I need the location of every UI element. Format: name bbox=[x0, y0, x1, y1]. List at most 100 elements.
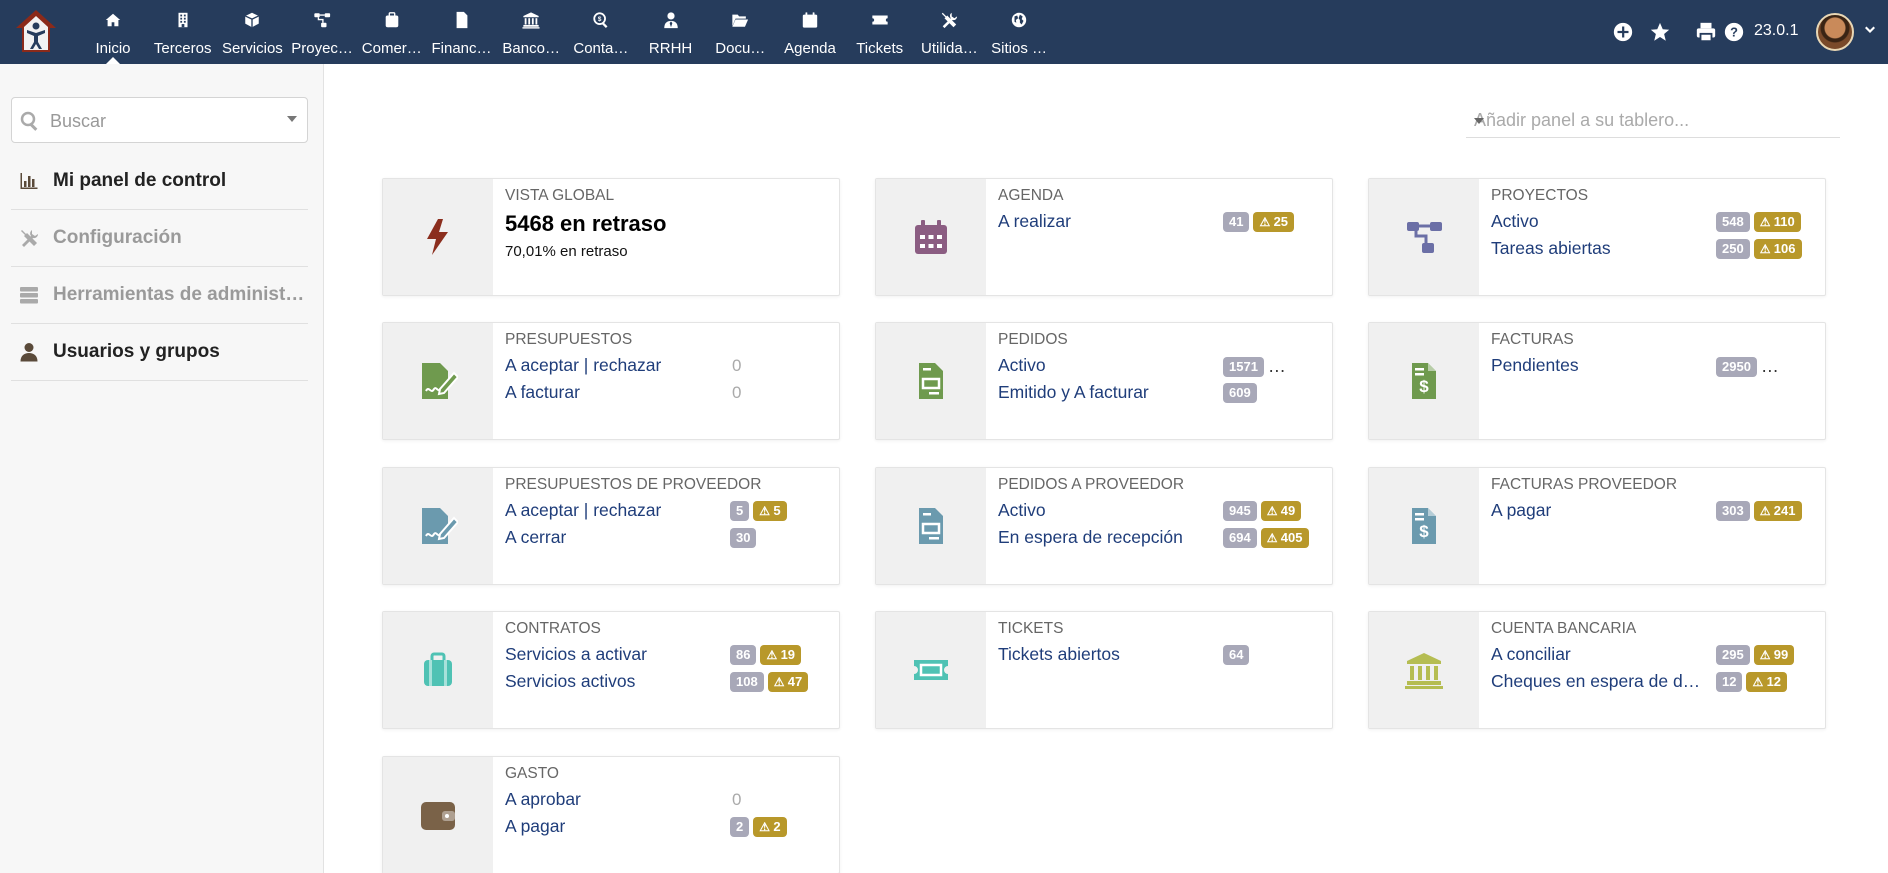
card-row[interactable]: A realizar 41 25 bbox=[998, 211, 1328, 237]
print-icon[interactable] bbox=[1694, 20, 1718, 44]
late-badge[interactable]: 47 bbox=[767, 672, 809, 692]
row-link[interactable]: A aprobar bbox=[505, 789, 581, 810]
bookmark-star-icon[interactable] bbox=[1648, 20, 1672, 44]
sidebar-item-1[interactable]: Configuración bbox=[11, 210, 308, 267]
count-badge[interactable]: 548 bbox=[1716, 212, 1750, 232]
help-icon[interactable]: ? bbox=[1722, 20, 1746, 44]
card-row[interactable]: A conciliar 295 99 bbox=[1491, 644, 1821, 670]
search-dropdown-caret-icon[interactable] bbox=[287, 116, 297, 122]
count-badge[interactable]: 2 bbox=[730, 817, 750, 837]
row-link[interactable]: A aceptar | rechazar bbox=[505, 355, 661, 376]
card-proyectos[interactable]: PROYECTOS Activo 548 110 Tareas abiertas 250 1… bbox=[1368, 178, 1826, 296]
count-badge[interactable]: 1571 bbox=[1223, 356, 1264, 377]
row-link[interactable]: A conciliar bbox=[1491, 644, 1571, 665]
late-badge[interactable]: 241 bbox=[1753, 501, 1802, 521]
row-link[interactable]: A aceptar | rechazar bbox=[505, 500, 661, 521]
row-link[interactable]: En espera de recepción bbox=[998, 527, 1183, 548]
late-badge[interactable]: 25 bbox=[1253, 212, 1295, 232]
row-link[interactable]: Activo bbox=[1491, 211, 1539, 232]
card-pedidos-a-proveedor[interactable]: PEDIDOS A PROVEEDOR Activo 945 49 En espera … bbox=[875, 467, 1333, 585]
sidebar-item-2[interactable]: Herramientas de administ… bbox=[11, 267, 308, 324]
row-link[interactable]: Servicios activos bbox=[505, 671, 635, 692]
card-facturas-proveedor[interactable]: $ FACTURAS PROVEEDOR A pagar 303 241 bbox=[1368, 467, 1826, 585]
card-agenda[interactable]: AGENDA A realizar 41 25 bbox=[875, 178, 1333, 296]
sidebar-item-0[interactable]: Mi panel de control bbox=[11, 153, 308, 210]
count-badge[interactable]: 2950 bbox=[1716, 356, 1757, 377]
chevron-down-icon[interactable] bbox=[1862, 22, 1878, 38]
count-badge[interactable]: 30 bbox=[730, 528, 757, 548]
search-input[interactable] bbox=[50, 108, 270, 134]
count-badge[interactable]: 694 bbox=[1223, 528, 1257, 548]
user-avatar[interactable] bbox=[1816, 13, 1854, 51]
card-row[interactable]: Activo 945 49 bbox=[998, 500, 1328, 526]
late-badge[interactable]: 110 bbox=[1753, 212, 1801, 232]
card-gasto[interactable]: GASTOA aprobar0A pagar22 bbox=[382, 756, 840, 873]
late-badge[interactable]: 19 bbox=[760, 645, 802, 665]
count-badge[interactable]: 108 bbox=[730, 672, 764, 692]
count-badge[interactable]: 41 bbox=[1223, 212, 1250, 232]
row-link[interactable]: A realizar bbox=[998, 211, 1071, 232]
count-badge[interactable]: 64 bbox=[1223, 645, 1250, 665]
sidebar-item-3[interactable]: Usuarios y grupos bbox=[11, 324, 308, 381]
card-row[interactable]: Cheques en espera de d… 12 12 bbox=[1491, 671, 1821, 697]
card-row[interactable]: Activo 1571… bbox=[998, 355, 1328, 381]
count-badge[interactable]: 86 bbox=[730, 645, 757, 665]
nav-item-globe[interactable]: Sitios … bbox=[976, 0, 1062, 64]
card-row[interactable]: Activo 548 110 bbox=[1491, 211, 1821, 237]
card-contratos[interactable]: CONTRATOSServicios a activar8619Servicio… bbox=[382, 611, 840, 729]
card-row[interactable]: Tickets abiertos 64 bbox=[998, 644, 1328, 670]
card-row[interactable]: A pagar 303 241 bbox=[1491, 500, 1821, 526]
late-badge[interactable]: 5 bbox=[753, 501, 787, 521]
count-badge[interactable]: 609 bbox=[1223, 383, 1257, 403]
card-row[interactable]: A cerrar 30 bbox=[505, 527, 835, 553]
late-badge[interactable]: 2 bbox=[753, 817, 787, 837]
row-link[interactable]: Pendientes bbox=[1491, 355, 1579, 376]
row-link[interactable]: Activo bbox=[998, 355, 1046, 376]
count-badge[interactable]: 12 bbox=[1716, 672, 1743, 692]
more-indicator[interactable]: … bbox=[1761, 356, 1780, 377]
card-row[interactable]: Servicios activos 108 47 bbox=[505, 671, 835, 697]
count-badge[interactable]: 5 bbox=[730, 501, 750, 521]
card-cuenta-bancaria[interactable]: CUENTA BANCARIA A conciliar 295 99 Cheques e… bbox=[1368, 611, 1826, 729]
card-presupuestos-de-proveedor[interactable]: PRESUPUESTOS DE PROVEEDOR A aceptar | rec… bbox=[382, 467, 840, 585]
row-link[interactable]: Cheques en espera de d… bbox=[1491, 671, 1700, 692]
card-row[interactable]: A aceptar | rechazar 55 bbox=[505, 500, 835, 526]
count-badge[interactable]: 303 bbox=[1716, 501, 1750, 521]
row-link[interactable]: Tareas abiertas bbox=[1491, 238, 1611, 259]
row-link[interactable]: Emitido y A facturar bbox=[998, 382, 1149, 403]
card-pedidos[interactable]: PEDIDOS Activo 1571… Emitido y A facturar 60… bbox=[875, 322, 1333, 440]
card-row[interactable]: Pendientes 2950… bbox=[1491, 355, 1821, 381]
late-badge[interactable]: 99 bbox=[1753, 645, 1795, 665]
count-badge[interactable]: 295 bbox=[1716, 645, 1750, 665]
row-link[interactable]: Tickets abiertos bbox=[998, 644, 1120, 665]
card-row[interactable]: A aprobar 0 bbox=[505, 789, 835, 815]
count-badge[interactable]: 250 bbox=[1716, 239, 1750, 259]
late-badge[interactable]: 49 bbox=[1260, 501, 1302, 521]
card-row[interactable]: Emitido y A facturar 609 bbox=[998, 382, 1328, 408]
search-box[interactable] bbox=[11, 97, 308, 143]
row-link[interactable]: A facturar bbox=[505, 382, 580, 403]
card-row[interactable]: En espera de recepción 694 405 bbox=[998, 527, 1328, 553]
add-panel-select[interactable]: Añadir panel a su tablero... bbox=[1466, 106, 1840, 138]
row-link[interactable]: Activo bbox=[998, 500, 1046, 521]
more-indicator[interactable]: … bbox=[1268, 356, 1287, 377]
row-link[interactable]: A cerrar bbox=[505, 527, 566, 548]
card-row[interactable]: Tareas abiertas 250 106 bbox=[1491, 238, 1821, 264]
late-badge[interactable]: 106 bbox=[1753, 239, 1802, 259]
card-facturas[interactable]: $ FACTURAS Pendientes 2950… bbox=[1368, 322, 1826, 440]
card-row[interactable]: Servicios a activar 86 19 bbox=[505, 644, 835, 670]
row-link[interactable]: A pagar bbox=[505, 816, 565, 837]
row-link[interactable]: Servicios a activar bbox=[505, 644, 647, 665]
late-badge[interactable]: 12 bbox=[1746, 672, 1788, 692]
app-logo-icon[interactable] bbox=[14, 8, 58, 54]
late-badge[interactable]: 405 bbox=[1260, 528, 1309, 548]
late-count[interactable]: 5468 en retraso bbox=[505, 211, 666, 237]
row-link[interactable]: A pagar bbox=[1491, 500, 1551, 521]
card-row[interactable]: A aceptar | rechazar 0 bbox=[505, 355, 835, 381]
card-presupuestos[interactable]: PRESUPUESTOS A aceptar | rechazar 0 A factu… bbox=[382, 322, 840, 440]
card-row[interactable]: A facturar 0 bbox=[505, 382, 835, 408]
card-tickets[interactable]: TICKETS Tickets abiertos 64 bbox=[875, 611, 1333, 729]
card-row[interactable]: A pagar 22 bbox=[505, 816, 835, 842]
add-icon[interactable] bbox=[1611, 20, 1635, 44]
card-vista-global[interactable]: VISTA GLOBAL 5468 en retraso 70,01% en r… bbox=[382, 178, 840, 296]
